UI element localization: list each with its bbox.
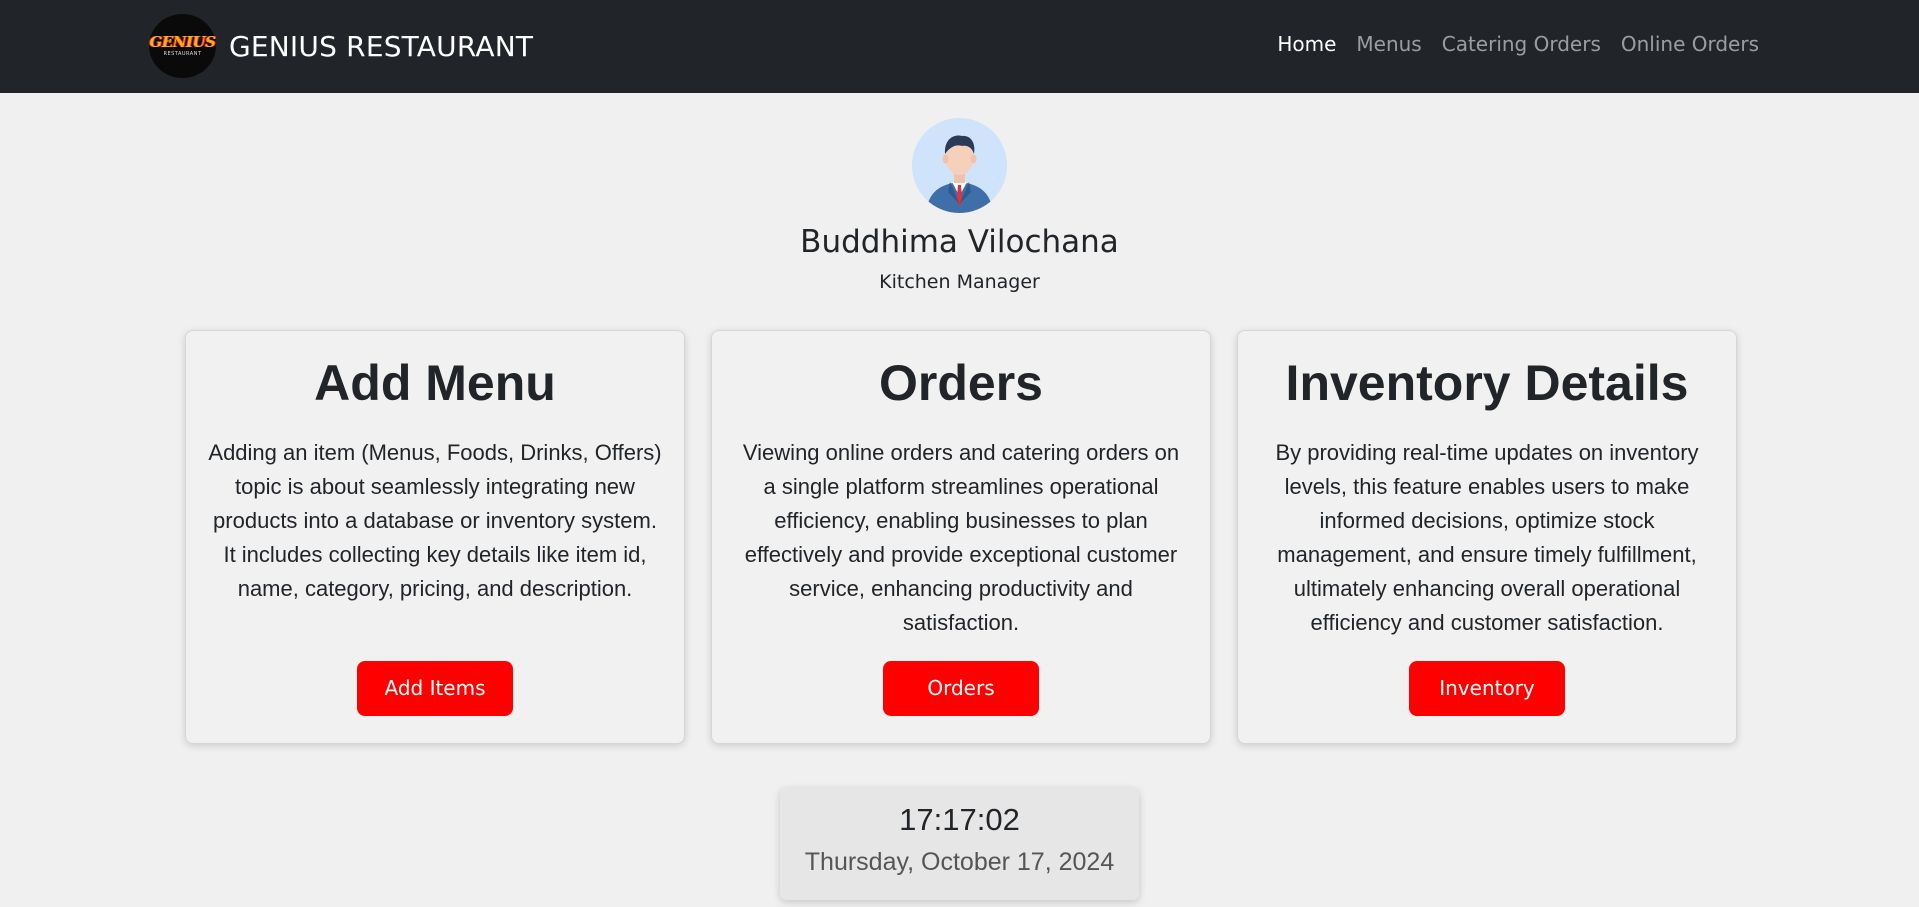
nav-link-catering-orders[interactable]: Catering Orders bbox=[1442, 32, 1601, 56]
card-title: Orders bbox=[879, 355, 1043, 411]
avatar-illustration bbox=[912, 118, 1007, 213]
card-description: By providing real-time updates on invent… bbox=[1275, 439, 1699, 635]
card-title: Inventory Details bbox=[1285, 355, 1689, 411]
logo-text: GENIUS bbox=[149, 33, 216, 51]
brand-name[interactable]: GENIUS RESTAURANT bbox=[229, 30, 533, 63]
nav-links: Home Menus Catering Orders Online Orders bbox=[1277, 32, 1759, 56]
card-inventory-details: Inventory Details By providing real-time… bbox=[1237, 330, 1737, 744]
card-add-menu: Add Menu Adding an item (Menus, Foods, D… bbox=[185, 330, 685, 744]
businessman-avatar-icon bbox=[912, 118, 1007, 213]
nav-link-menus[interactable]: Menus bbox=[1356, 32, 1421, 56]
card-description: Viewing online orders and catering order… bbox=[742, 439, 1180, 635]
nav-link-home[interactable]: Home bbox=[1277, 32, 1336, 56]
clock-widget: 17:17:02 Thursday, October 17, 2024 bbox=[780, 788, 1139, 900]
inventory-button[interactable]: Inventory bbox=[1409, 660, 1565, 716]
top-navbar: GENIUS RESTAURANT GENIUS RESTAURANT Home… bbox=[0, 0, 1919, 93]
logo-subtext: RESTAURANT bbox=[163, 51, 202, 57]
card-title: Add Menu bbox=[314, 355, 556, 411]
clock-date: Thursday, October 17, 2024 bbox=[804, 848, 1115, 876]
user-role: Kitchen Manager bbox=[879, 271, 1040, 293]
restaurant-logo[interactable]: GENIUS RESTAURANT bbox=[149, 14, 216, 78]
card-description: Adding an item (Menus, Foods, Drinks, Of… bbox=[208, 439, 662, 601]
nav-link-online-orders[interactable]: Online Orders bbox=[1621, 32, 1759, 56]
profile-section: Buddhima Vilochana Kitchen Manager bbox=[0, 118, 1919, 293]
orders-button[interactable]: Orders bbox=[883, 660, 1039, 716]
feature-cards: Add Menu Adding an item (Menus, Foods, D… bbox=[185, 330, 1737, 744]
user-name: Buddhima Vilochana bbox=[800, 224, 1119, 260]
brand[interactable]: GENIUS RESTAURANT GENIUS RESTAURANT bbox=[149, 14, 533, 78]
add-items-button[interactable]: Add Items bbox=[357, 660, 513, 716]
card-orders: Orders Viewing online orders and caterin… bbox=[711, 330, 1211, 744]
clock-time: 17:17:02 bbox=[899, 802, 1020, 837]
